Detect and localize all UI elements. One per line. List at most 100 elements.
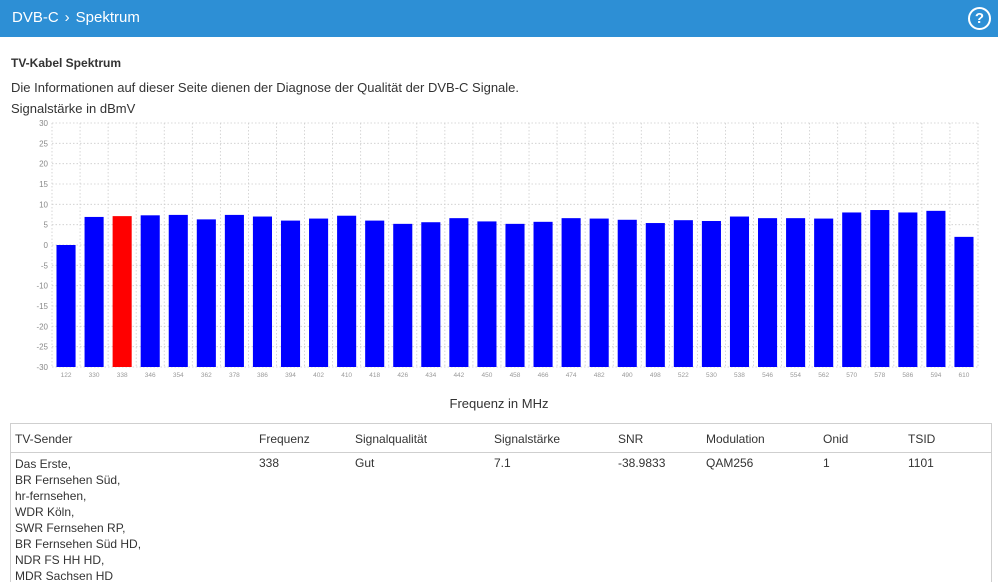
bar: [309, 218, 329, 367]
x-tick-label: 434: [425, 372, 436, 379]
x-tick-label: 498: [650, 372, 661, 379]
x-tick-label: 426: [397, 372, 408, 379]
x-tick-label: 586: [902, 372, 913, 379]
y-tick-label: 10: [39, 200, 48, 209]
bar: [589, 218, 609, 367]
x-tick-label: 570: [846, 372, 857, 379]
x-tick-label: 338: [117, 372, 128, 379]
bar: [786, 218, 806, 367]
chevron-right-icon: ›: [64, 9, 70, 26]
x-tick-label: 394: [285, 372, 296, 379]
x-tick-label: 378: [229, 372, 240, 379]
y-tick-label: 0: [44, 241, 49, 250]
x-tick-label: 474: [566, 372, 577, 379]
chart-caption: Signalstärke in dBmV: [11, 101, 136, 116]
x-tick-label: 450: [482, 372, 493, 379]
bar: [729, 216, 750, 367]
sender-name: NDR FS HH HD,: [15, 553, 105, 567]
x-tick-label: 402: [313, 372, 324, 379]
x-tick-label: 530: [706, 372, 717, 379]
x-tick-label: 330: [89, 372, 100, 379]
bar: [365, 220, 385, 367]
chart-x-axis-label: Frequenz in MHz: [449, 396, 549, 411]
y-tick-label: 20: [39, 160, 48, 169]
spectrum-chart: 30 25 20 15 10 5 0 -5 -10 -15 -20 -25 -30 122 330 338 34…: [36, 119, 979, 379]
cell-onid: 1: [823, 456, 830, 470]
bar: [393, 223, 413, 367]
bar: [421, 222, 441, 367]
x-tick-label: 354: [173, 372, 184, 379]
y-tick-label: -5: [41, 261, 49, 270]
x-tick-label: 522: [678, 372, 689, 379]
x-tick-label: 538: [734, 372, 745, 379]
top-bar: DVB-C › Spektrum ?: [0, 0, 998, 37]
col-header-frequency: Frequenz: [259, 432, 310, 446]
sender-name: BR Fernsehen Süd HD,: [15, 537, 142, 551]
bar: [758, 218, 778, 367]
bar: [561, 218, 581, 367]
bar: [645, 223, 665, 367]
cell-quality: Gut: [355, 456, 375, 470]
y-tick-label: -15: [36, 302, 48, 311]
x-tick-label: 554: [790, 372, 801, 379]
bar: [252, 216, 272, 367]
page-title: TV-Kabel Spektrum: [11, 56, 122, 70]
y-tick-label: -25: [36, 343, 48, 352]
bar: [870, 210, 890, 367]
bar: [926, 210, 946, 367]
bar: [168, 214, 188, 367]
x-tick-label: 546: [762, 372, 773, 379]
help-button[interactable]: ?: [968, 7, 991, 30]
bar: [56, 245, 76, 367]
bar-selected: [112, 216, 132, 367]
y-tick-label: -30: [36, 363, 48, 372]
y-tick-label: -20: [36, 322, 48, 331]
x-tick-label: 410: [341, 372, 352, 379]
col-header-modulation: Modulation: [706, 432, 765, 446]
x-tick-label: 458: [510, 372, 521, 379]
table-header: TV-Sender Frequenz Signalqualität Signal…: [11, 424, 991, 453]
y-tick-label: -10: [36, 282, 48, 291]
x-tick-label: 482: [594, 372, 605, 379]
x-tick-label: 346: [145, 372, 156, 379]
bar: [505, 223, 525, 367]
col-header-snr: SNR: [618, 432, 644, 446]
x-tick-label: 578: [874, 372, 885, 379]
bar: [954, 236, 974, 367]
x-tick-label: 594: [930, 372, 941, 379]
sender-name: SWR Fernsehen RP,: [15, 521, 126, 535]
y-tick-label: 15: [39, 180, 48, 189]
y-tick-label: 5: [44, 221, 49, 230]
breadcrumb-item-spektrum: Spektrum: [75, 9, 140, 26]
col-header-sender: TV-Sender: [15, 432, 73, 446]
x-tick-label: 418: [369, 372, 380, 379]
breadcrumb: DVB-C › Spektrum: [12, 9, 140, 26]
bar: [477, 221, 497, 367]
cell-tsid: 1101: [908, 456, 934, 470]
sender-name: BR Fernsehen Süd,: [15, 473, 121, 487]
bar: [814, 218, 834, 367]
bar: [84, 216, 104, 367]
cell-modulation: QAM256: [706, 456, 754, 470]
breadcrumb-item-dvbc[interactable]: DVB-C: [12, 9, 59, 26]
bar: [617, 219, 637, 367]
bar: [533, 221, 553, 367]
bar: [224, 214, 244, 367]
x-tick-label: 362: [201, 372, 212, 379]
bar: [196, 219, 216, 367]
bar: [140, 215, 160, 367]
sender-name: MDR Sachsen HD: [15, 569, 114, 582]
bar: [701, 221, 721, 367]
x-tick-label: 562: [818, 372, 829, 379]
col-header-onid: Onid: [823, 432, 849, 446]
bar: [280, 220, 301, 367]
cell-snr: -38.9833: [618, 456, 666, 470]
x-tick-label: 466: [538, 372, 549, 379]
x-tick-label: 442: [453, 372, 464, 379]
y-tick-label: 30: [39, 119, 48, 128]
col-header-tsid: TSID: [908, 432, 936, 446]
channel-table: TV-Sender Frequenz Signalqualität Signal…: [10, 423, 992, 582]
x-tick-label: 490: [622, 372, 633, 379]
x-tick-label: 386: [257, 372, 268, 379]
table-row-senders: Das Erste, BR Fernsehen Süd, hr-fernsehe…: [15, 456, 141, 582]
